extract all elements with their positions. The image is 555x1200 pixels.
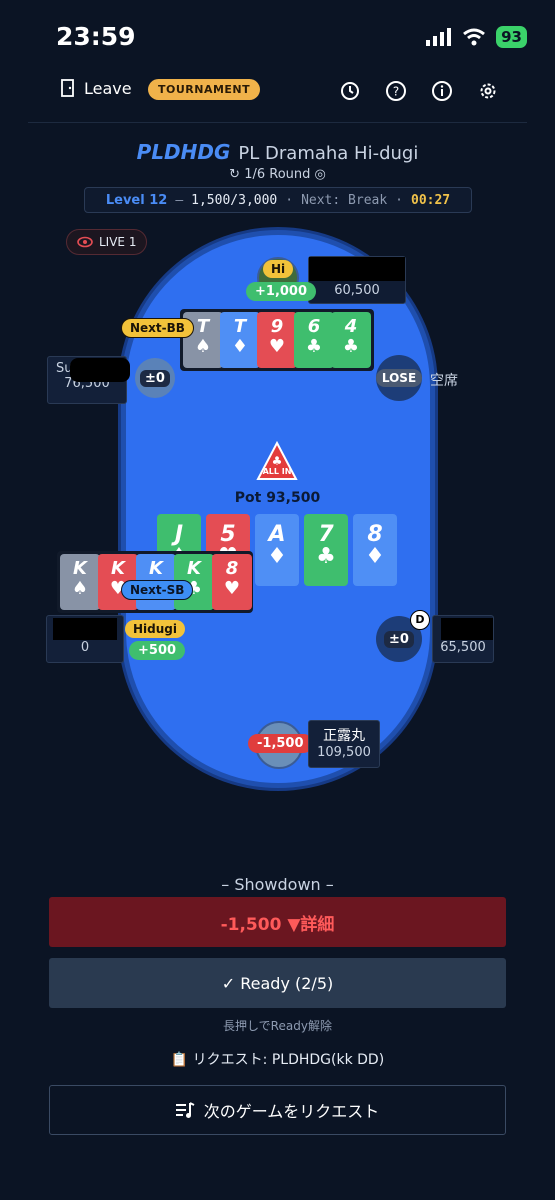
refresh-icon: ↻ — [229, 167, 241, 182]
card-suit: ♣ — [316, 544, 336, 569]
top-hand-card-2: 9 ♥ — [257, 312, 297, 368]
nameplate-left-lower: 0 — [46, 615, 124, 663]
next-label: Next: Break — [301, 192, 388, 208]
card-suit: ♦ — [365, 544, 385, 569]
board-card-2: A ♦ — [255, 514, 299, 586]
status-icons: 93 — [426, 26, 527, 48]
redacted-name — [441, 618, 493, 640]
leave-button[interactable]: Leave — [58, 78, 132, 98]
delta-top: +1,000 — [246, 282, 317, 301]
svg-text:?: ? — [393, 85, 399, 99]
left-hand-card-0: K ♠ — [60, 554, 100, 610]
nameplate-hero: 正露丸 109,500 — [308, 720, 380, 768]
card-suit: ♠ — [71, 578, 89, 599]
stack-top: 60,500 — [334, 283, 380, 298]
card-rank: 6 — [307, 316, 321, 337]
redacted-name — [70, 358, 130, 382]
request-info: 📋 リクエスト: PLDHDG(kk DD) — [170, 1052, 385, 1068]
ready-hint: 長押しでReady解除 — [223, 1019, 332, 1033]
allin-label: ALL IN — [263, 467, 292, 476]
help-icon[interactable]: ? — [385, 80, 407, 102]
header-bar: Leave TOURNAMENT ? — [28, 60, 527, 123]
target-icon: ◎ — [314, 167, 326, 182]
history-icon[interactable] — [339, 80, 361, 102]
round-label: 1/6 Round — [244, 167, 311, 182]
top-hand-card-4: 4 ♣ — [331, 312, 371, 368]
info-icon[interactable] — [431, 80, 453, 102]
card-rank: K — [73, 558, 87, 579]
next-sb-marker: Next-SB — [121, 580, 194, 600]
live-viewers-button[interactable]: LIVE 1 — [66, 229, 148, 255]
delta-left-upper: ±0 — [140, 369, 170, 387]
card-rank: K — [187, 558, 201, 579]
next-bb-marker: Next-BB — [121, 318, 194, 338]
card-suit: ♦ — [231, 336, 249, 357]
svg-text:♣: ♣ — [272, 454, 283, 468]
game-code: PLDHDG — [136, 140, 231, 164]
delta-left-lower: +500 — [129, 641, 186, 660]
top-hand-card-3: 6 ♣ — [294, 312, 334, 368]
nameplate-right-lower: 65,500 — [432, 615, 494, 663]
redacted-name — [53, 618, 117, 640]
game-name: PL Dramaha Hi-dugi — [238, 143, 419, 164]
empty-seat-label[interactable]: 空席 — [430, 370, 458, 390]
stack-left-lower: 0 — [80, 640, 90, 655]
avatar-left-upper[interactable]: ±0 — [135, 358, 175, 398]
top-hand-card-1: T ♦ — [220, 312, 260, 368]
ready-button[interactable]: ✓ Ready (2/5) — [49, 958, 506, 1008]
hand-top: T ♠ T ♦ 9 ♥ 6 ♣ 4 ♣ — [180, 309, 374, 371]
allin-icon: ALL IN ♣ — [256, 441, 298, 480]
card-suit: ♥ — [268, 336, 286, 357]
stack-hero: 109,500 — [317, 745, 371, 760]
header-icons: ? — [339, 80, 499, 102]
door-icon — [61, 79, 74, 97]
board-card-4: 8 ♦ — [353, 514, 397, 586]
delta-hero: -1,500 — [248, 734, 313, 753]
card-rank: 9 — [270, 316, 284, 337]
request-next-game-label: 次のゲームをリクエスト — [203, 1102, 380, 1121]
card-suit: ♣ — [342, 336, 360, 357]
board-card-3: 7 ♣ — [304, 514, 348, 586]
level-timer: 00:27 — [411, 192, 451, 208]
level-bar: Level 12 — 1,500/3,000 · Next: Break · 0… — [84, 187, 472, 213]
stack-right-lower: 65,500 — [440, 640, 486, 655]
card-suit: ♥ — [223, 578, 241, 599]
gear-icon[interactable] — [477, 80, 499, 102]
blinds-value: 1,500/3,000 — [191, 192, 278, 208]
badge-hidugi: Hidugi — [125, 620, 185, 638]
level-label: Level 12 — [105, 192, 168, 208]
card-rank: 8 — [225, 558, 239, 579]
card-suit: ♣ — [305, 336, 323, 357]
result-detail-button[interactable]: -1,500 ▼詳細 — [49, 897, 506, 947]
card-suit: ♦ — [267, 544, 287, 569]
lose-indicator: LOSE — [375, 355, 423, 401]
card-rank: K — [149, 558, 163, 579]
card-rank: 4 — [344, 316, 358, 337]
card-suit: ♠ — [194, 336, 212, 357]
game-title: PLDHDG PL Dramaha Hi-dugi — [0, 140, 555, 164]
left-hand-card-4: 8 ♥ — [212, 554, 252, 610]
round-indicator: ↻ 1/6 Round ◎ — [0, 167, 555, 182]
pot-amount: Pot 93,500 — [234, 490, 321, 506]
name-hero: 正露丸 — [323, 728, 365, 744]
showdown-label: – Showdown – — [221, 875, 334, 894]
signal-icon — [426, 28, 452, 46]
leave-label: Leave — [84, 78, 132, 98]
tournament-badge: TOURNAMENT — [148, 79, 261, 100]
card-rank: T — [233, 316, 247, 337]
music-list-icon — [175, 1102, 195, 1118]
battery-indicator: 93 — [496, 26, 527, 48]
request-next-game-button[interactable]: 次のゲームをリクエスト — [49, 1085, 506, 1135]
wifi-icon — [463, 28, 486, 46]
nameplate-top: 60,500 — [308, 256, 406, 304]
status-time: 23:59 — [56, 22, 136, 51]
card-rank: K — [111, 558, 125, 579]
dealer-button: D — [410, 610, 430, 630]
live-label: LIVE 1 — [99, 235, 137, 249]
badge-hi: Hi — [263, 260, 294, 278]
eye-icon — [77, 236, 93, 248]
delta-right-lower: ±0 — [384, 630, 414, 648]
